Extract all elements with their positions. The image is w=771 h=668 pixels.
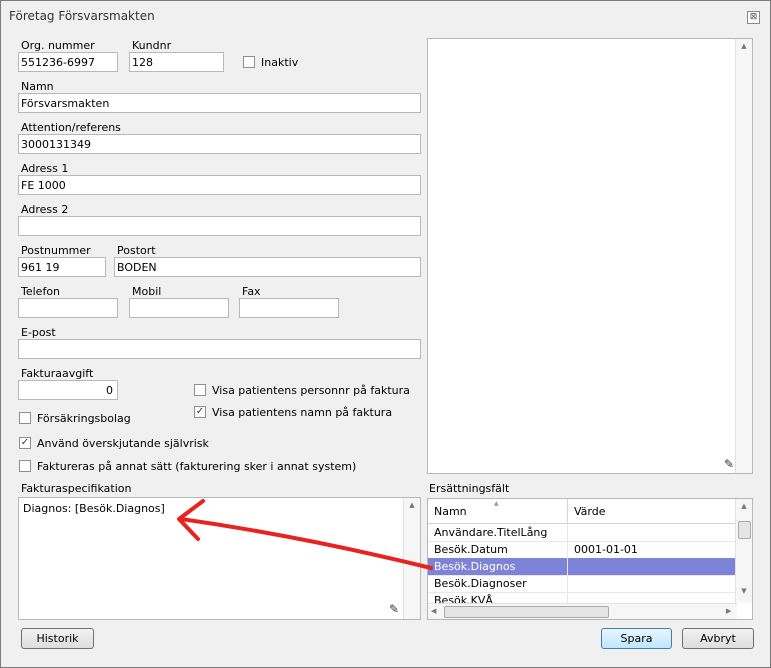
company-dialog: Företag Försvarsmakten ⊠ Org. nummer 551… [0, 0, 771, 668]
annotation-arrow [177, 499, 433, 570]
